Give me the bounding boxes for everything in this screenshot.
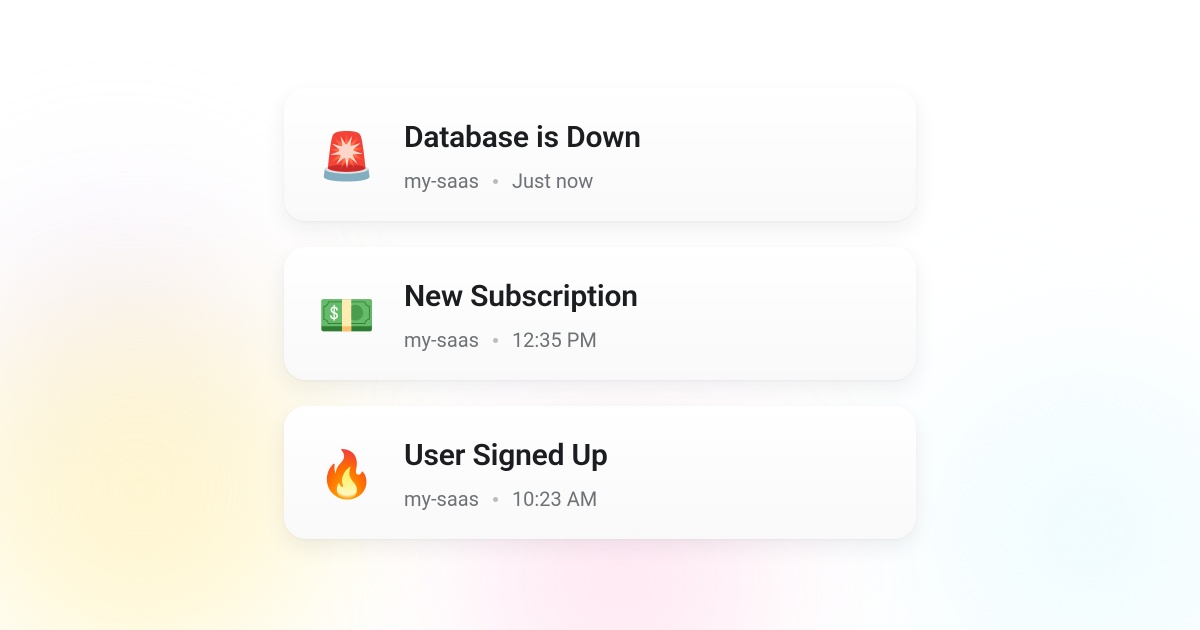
notification-time: 12:35 PM [512,328,597,352]
notification-body: User Signed Up my-saas 10:23 AM [404,438,878,511]
notification-meta: my-saas 10:23 AM [404,487,878,511]
notification-meta: my-saas 12:35 PM [404,328,878,352]
money-icon: 💵 [318,293,374,339]
notification-body: Database is Down my-saas Just now [404,120,878,193]
fire-icon: 🔥 [318,452,374,498]
notification-title: New Subscription [404,279,878,314]
notification-meta: my-saas Just now [404,169,878,193]
notification-card[interactable]: 💵 New Subscription my-saas 12:35 PM [284,247,916,380]
meta-separator-dot [493,338,498,343]
notification-card[interactable]: 🚨 Database is Down my-saas Just now [284,88,916,221]
notification-source: my-saas [404,328,479,352]
notification-time: Just now [512,169,593,193]
notification-source: my-saas [404,487,479,511]
notification-time: 10:23 AM [512,487,597,511]
background-glow [0,140,320,540]
notification-list: 🚨 Database is Down my-saas Just now 💵 Ne… [284,88,916,539]
notification-title: User Signed Up [404,438,878,473]
notification-preview-stage: 🚨 Database is Down my-saas Just now 💵 Ne… [0,0,1200,630]
notification-body: New Subscription my-saas 12:35 PM [404,279,878,352]
meta-separator-dot [493,497,498,502]
siren-icon: 🚨 [318,134,374,180]
meta-separator-dot [493,179,498,184]
notification-source: my-saas [404,169,479,193]
notification-title: Database is Down [404,120,878,155]
notification-card[interactable]: 🔥 User Signed Up my-saas 10:23 AM [284,406,916,539]
